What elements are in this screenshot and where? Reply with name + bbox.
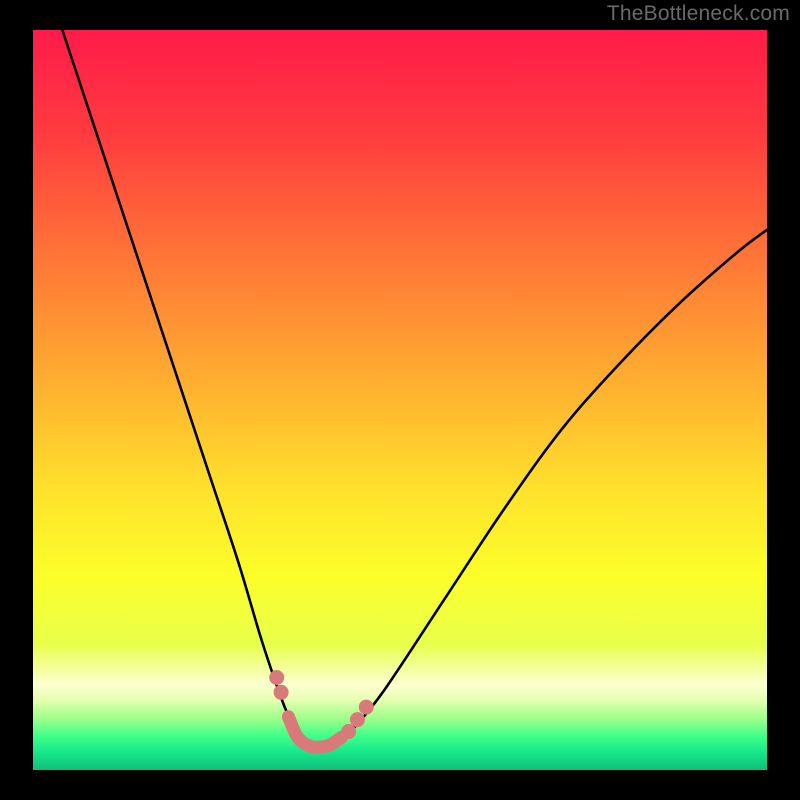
- bottleneck-chart: [0, 0, 800, 800]
- highlight-dot: [269, 670, 284, 685]
- chart-frame: TheBottleneck.com: [0, 0, 800, 800]
- watermark-text: TheBottleneck.com: [607, 2, 790, 26]
- highlight-dot: [359, 700, 374, 715]
- highlight-dot: [350, 712, 365, 727]
- highlight-dot: [274, 685, 289, 700]
- plot-background: [33, 30, 767, 770]
